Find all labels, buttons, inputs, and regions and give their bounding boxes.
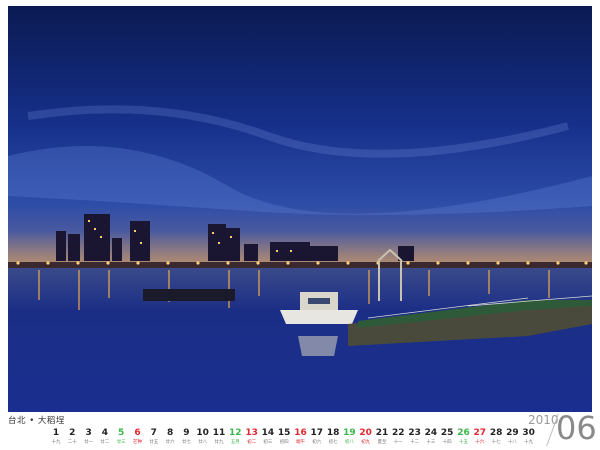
day-number: 23 — [408, 428, 421, 438]
day-number: 2 — [69, 428, 76, 438]
lunar-date: 十九 — [524, 440, 534, 445]
day-number: 1 — [52, 428, 60, 438]
day-number: 12 — [229, 428, 242, 438]
day-number: 18 — [326, 428, 340, 438]
day-number: 3 — [85, 428, 92, 438]
day-number: 15 — [277, 428, 291, 438]
day-number: 9 — [183, 428, 190, 438]
day-number: 29 — [506, 428, 519, 438]
day-number: 19 — [343, 428, 356, 438]
day-number: 27 — [473, 428, 487, 438]
photo-caption: 台北 • 大稻埕 — [8, 416, 65, 426]
day-number: 6 — [134, 428, 141, 438]
day-number: 20 — [359, 428, 372, 438]
day-number: 13 — [245, 428, 258, 438]
calendar-day: 30 十九 — [521, 428, 537, 446]
calendar-month: 06 — [556, 409, 597, 447]
day-number: 30 — [522, 428, 535, 438]
day-number: 21 — [375, 428, 389, 438]
night-river-cityscape-photo — [8, 6, 592, 412]
day-number: 7 — [150, 428, 157, 438]
day-number: 16 — [294, 428, 307, 438]
day-number: 17 — [310, 428, 324, 438]
day-number: 24 — [424, 428, 438, 438]
day-number: 22 — [392, 428, 405, 438]
day-number: 5 — [118, 428, 125, 438]
day-number: 25 — [440, 428, 454, 438]
day-number: 8 — [166, 428, 174, 438]
day-number: 14 — [261, 428, 275, 438]
day-number: 28 — [489, 428, 503, 438]
day-number: 11 — [212, 428, 226, 438]
day-number: 4 — [101, 428, 109, 438]
day-number: 26 — [457, 428, 470, 438]
day-number: 10 — [196, 428, 209, 438]
